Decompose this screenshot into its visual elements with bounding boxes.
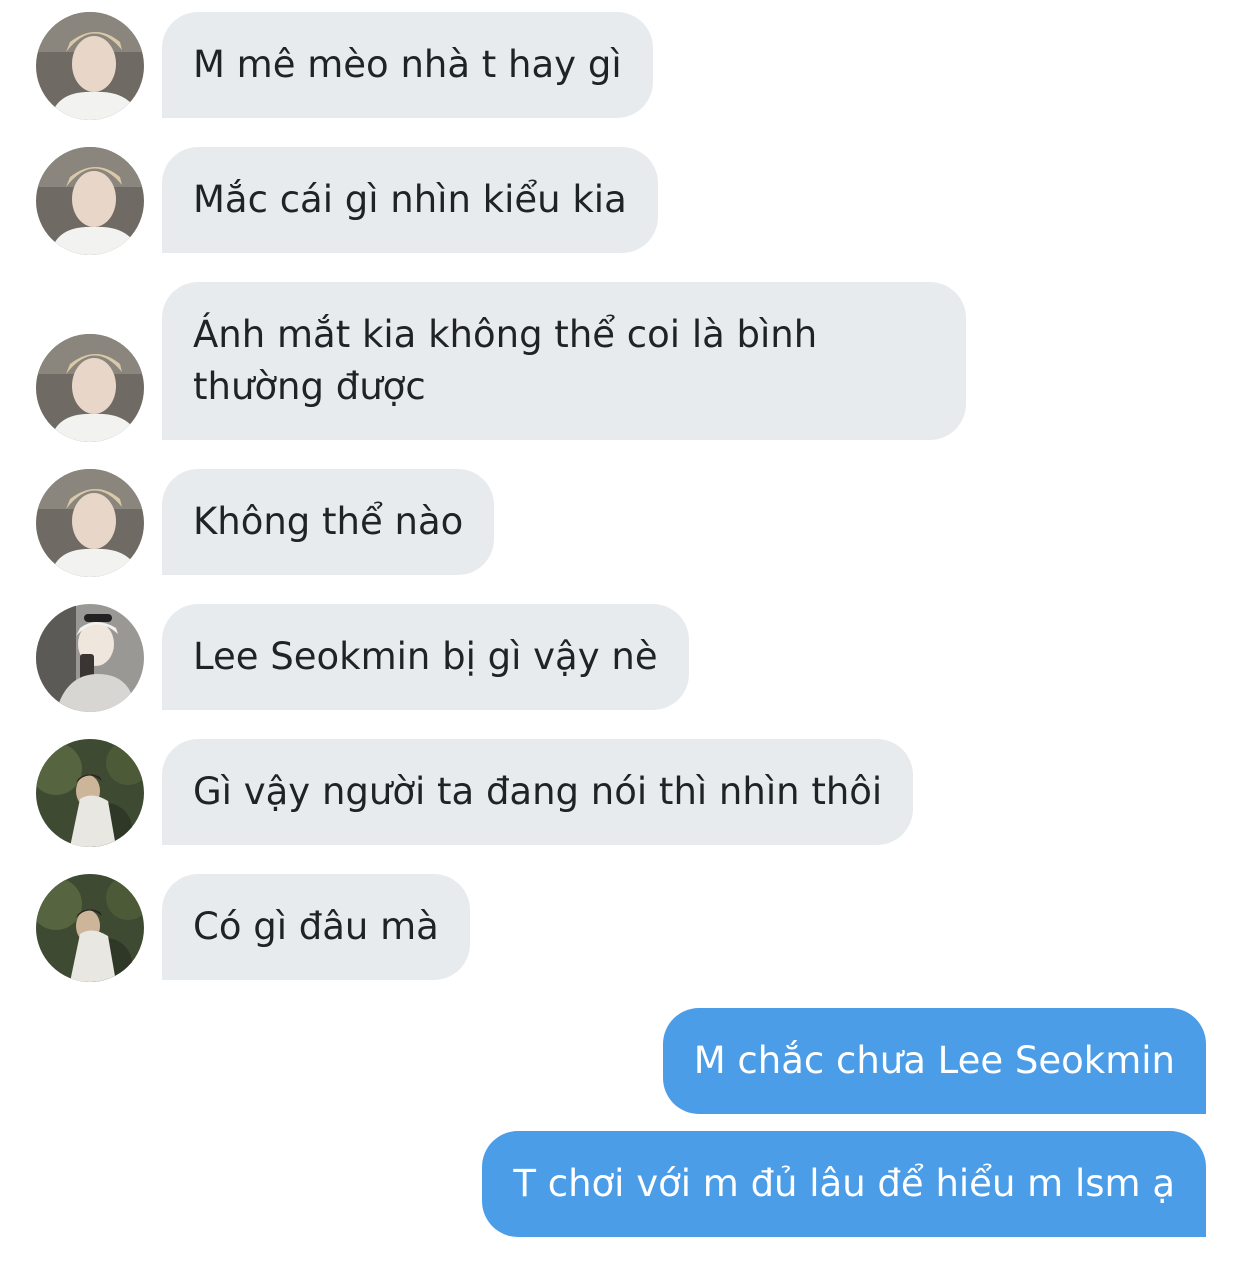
avatar[interactable] (36, 147, 144, 255)
message-row: Có gì đâu mà (0, 874, 1242, 982)
incoming-message-bubble[interactable]: Ánh mắt kia không thể coi là bình thường… (162, 282, 966, 440)
outgoing-message-bubble[interactable]: M chắc chưa Lee Seokmin (662, 1008, 1206, 1114)
outgoing-message-bubble[interactable]: T chơi với m đủ lâu để hiểu m lsm ạ (482, 1131, 1206, 1237)
avatar-photo-icon (36, 469, 144, 577)
avatar[interactable] (36, 334, 144, 442)
incoming-message-bubble[interactable]: Có gì đâu mà (162, 874, 470, 980)
avatar-photo-icon (36, 874, 144, 982)
avatar[interactable] (36, 12, 144, 120)
message-row: Lee Seokmin bị gì vậy nè (0, 604, 1242, 712)
message-row: M chắc chưa Lee Seokmin (0, 1008, 1242, 1116)
message-row: M mê mèo nhà t hay gì (0, 12, 1242, 120)
avatar-photo-icon (36, 147, 144, 255)
incoming-message-bubble[interactable]: Lee Seokmin bị gì vậy nè (162, 604, 689, 710)
incoming-message-bubble[interactable]: M mê mèo nhà t hay gì (162, 12, 653, 118)
avatar[interactable] (36, 739, 144, 847)
message-row: Không thể nào (0, 469, 1242, 577)
avatar[interactable] (36, 469, 144, 577)
incoming-message-bubble[interactable]: Gì vậy người ta đang nói thì nhìn thôi (162, 739, 914, 845)
incoming-message-bubble[interactable]: Không thể nào (162, 469, 495, 575)
avatar-photo-icon (36, 604, 144, 712)
avatar-photo-icon (36, 334, 144, 442)
message-row: T chơi với m đủ lâu để hiểu m lsm ạ (0, 1131, 1242, 1239)
message-row: Ánh mắt kia không thể coi là bình thường… (0, 282, 1242, 442)
message-row: Gì vậy người ta đang nói thì nhìn thôi (0, 739, 1242, 847)
avatar-photo-icon (36, 12, 144, 120)
incoming-message-bubble[interactable]: Mắc cái gì nhìn kiểu kia (162, 147, 658, 253)
chat-thread: M mê mèo nhà t hay gì Mắc cái gì nhìn ki… (0, 0, 1242, 1272)
message-row: Mắc cái gì nhìn kiểu kia (0, 147, 1242, 255)
avatar-photo-icon (36, 739, 144, 847)
avatar[interactable] (36, 874, 144, 982)
avatar[interactable] (36, 604, 144, 712)
